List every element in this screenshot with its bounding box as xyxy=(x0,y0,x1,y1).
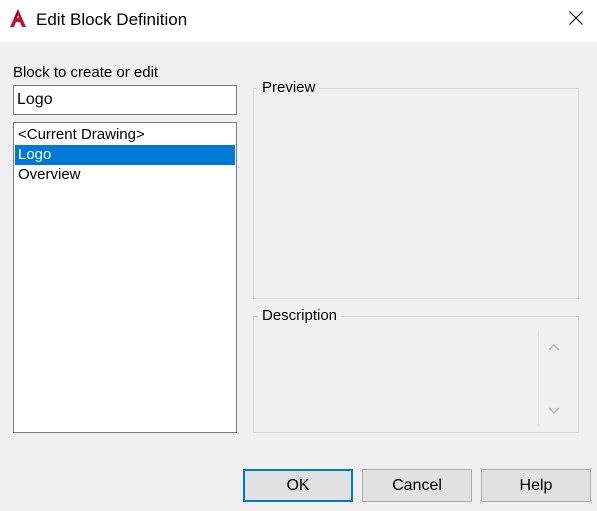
close-icon xyxy=(568,10,584,30)
list-item-logo[interactable]: Logo xyxy=(15,145,235,165)
preview-label: Preview xyxy=(258,79,320,96)
window-title: Edit Block Definition xyxy=(36,10,188,29)
title-bar: Edit Block Definition xyxy=(0,0,597,42)
description-text[interactable] xyxy=(262,330,534,426)
block-list[interactable]: <Current Drawing> Logo Overview xyxy=(13,122,237,433)
close-button[interactable] xyxy=(554,0,597,40)
autocad-a-icon xyxy=(8,8,28,28)
description-label: Description xyxy=(258,307,342,324)
preview-group xyxy=(253,88,579,299)
ok-button[interactable]: OK xyxy=(243,469,353,502)
block-name-label: Block to create or edit xyxy=(13,64,159,81)
description-scrollbar[interactable] xyxy=(538,330,568,426)
help-button[interactable]: Help xyxy=(481,469,591,502)
list-item-current-drawing[interactable]: <Current Drawing> xyxy=(15,125,235,145)
chevron-up-icon[interactable] xyxy=(547,340,561,352)
block-name-input[interactable] xyxy=(13,85,237,115)
chevron-down-icon[interactable] xyxy=(547,404,561,416)
cancel-button[interactable]: Cancel xyxy=(362,469,472,502)
list-item-overview[interactable]: Overview xyxy=(15,165,235,185)
